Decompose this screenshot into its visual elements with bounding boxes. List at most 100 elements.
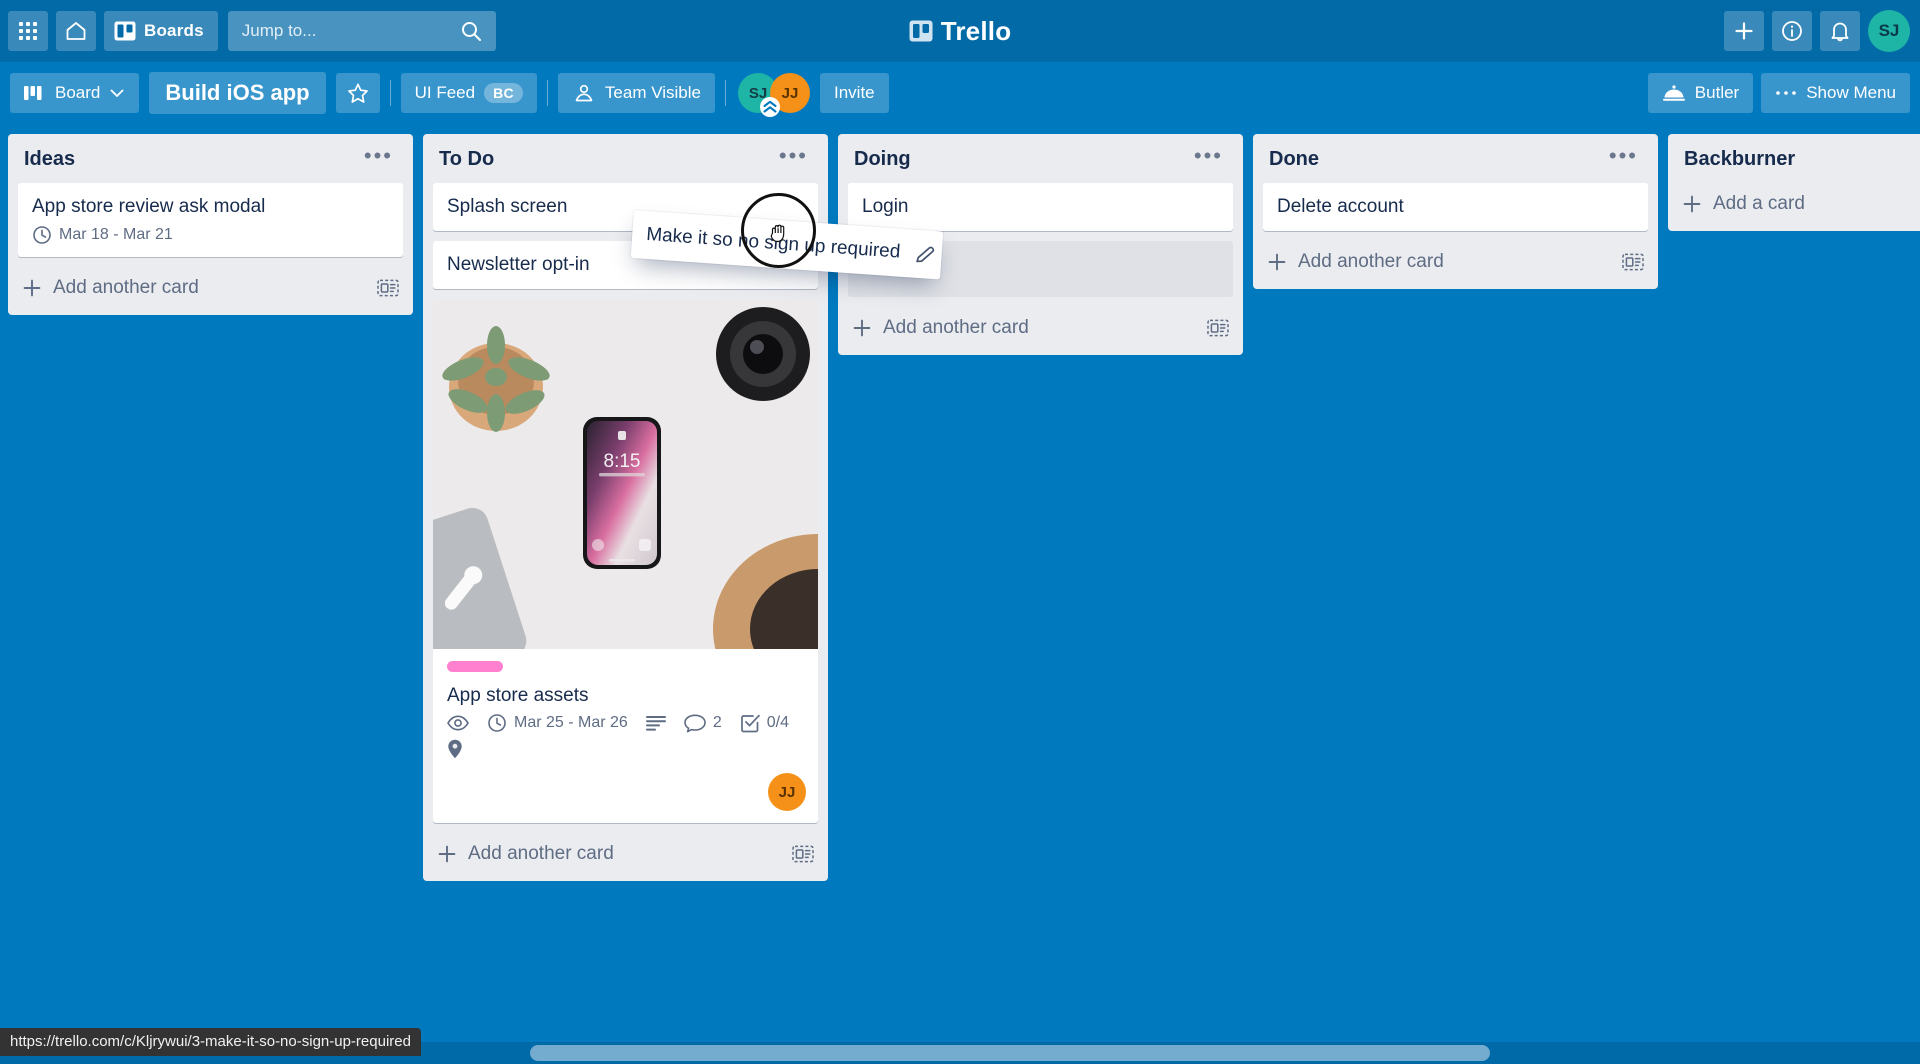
card-label[interactable]	[447, 660, 503, 672]
card-template-icon[interactable]	[1207, 318, 1229, 338]
info-button[interactable]	[1772, 11, 1812, 51]
trello-logo-link[interactable]: Trello	[909, 16, 1012, 47]
add-card-row[interactable]: Add another card	[8, 267, 413, 313]
divider	[725, 80, 726, 106]
star-icon	[346, 81, 370, 105]
add-card-button[interactable]: Add another card	[852, 317, 1029, 339]
list-title[interactable]: Backburner	[1684, 148, 1795, 171]
card-badges: Mar 18 - Mar 21	[18, 225, 403, 257]
lists-container: Ideas ••• App store review ask modal Mar 1…	[0, 124, 1920, 882]
boards-button[interactable]: Boards	[104, 11, 218, 51]
page-title[interactable]: Build iOS app	[149, 72, 326, 114]
invite-button[interactable]: Invite	[820, 73, 889, 113]
card-title: App store review ask modal	[32, 196, 266, 217]
card-member-avatar[interactable]: JJ	[768, 773, 806, 812]
list-menu-icon[interactable]: •••	[1186, 144, 1231, 171]
list-header: Ideas •••	[8, 134, 413, 183]
add-button[interactable]	[1724, 11, 1764, 51]
description-icon	[645, 715, 666, 731]
card-badge	[645, 715, 666, 731]
list-menu-icon[interactable]: •••	[1601, 144, 1646, 171]
plus-icon	[437, 844, 457, 864]
plus-icon	[852, 318, 872, 338]
home-button[interactable]	[56, 11, 96, 51]
bell-icon	[1829, 19, 1851, 43]
chevron-down-icon	[109, 87, 125, 99]
add-card-button[interactable]: Add another card	[437, 843, 614, 865]
butler-label: Butler	[1694, 83, 1740, 102]
card-badge-text: Mar 25 - Mar 26	[514, 714, 628, 732]
list-title[interactable]: Ideas	[24, 148, 75, 171]
card-title: Login	[862, 196, 909, 217]
notifications-button[interactable]	[1820, 11, 1860, 51]
invite-label: Invite	[834, 83, 875, 102]
add-card-row[interactable]: Add a card	[1668, 183, 1920, 229]
apps-grid-button[interactable]	[8, 11, 48, 51]
card[interactable]: Delete account	[1263, 183, 1648, 231]
add-card-button[interactable]: Add another card	[22, 277, 199, 299]
avatar-initials: SJ	[1878, 21, 1900, 40]
list-header: Doing •••	[838, 134, 1243, 183]
ellipsis-icon	[1775, 89, 1797, 97]
divider	[389, 80, 391, 106]
show-menu-button[interactable]: Show Menu	[1761, 73, 1910, 113]
card[interactable]: App store review ask modal Mar 18 - Mar …	[18, 183, 403, 257]
board-view-switcher[interactable]: Board	[10, 73, 140, 113]
star-board-button[interactable]	[335, 73, 380, 113]
add-card-button[interactable]: Add another card	[1267, 251, 1444, 273]
search-container[interactable]	[227, 11, 496, 51]
card[interactable]: 8:15 App store assets Mar 25 - Mar 26 2	[433, 298, 818, 824]
card-template-icon[interactable]	[377, 278, 399, 298]
add-card-label: Add a card	[1713, 193, 1805, 214]
pencil-icon[interactable]	[913, 243, 936, 266]
list-menu-icon[interactable]: •••	[771, 144, 816, 171]
list-cards: App store review ask modal Mar 18 - Mar …	[8, 183, 413, 257]
horizontal-scrollbar-thumb[interactable]	[530, 1045, 1490, 1061]
add-card-label: Add another card	[468, 843, 614, 865]
card-cover-image: 8:15	[433, 298, 818, 649]
board-header: Board Build iOS app UI Feed BC Team Visi	[0, 62, 1920, 124]
status-bar-url: https://trello.com/c/Kljrywui/3-make-it-…	[0, 1028, 421, 1056]
add-card-label: Add another card	[1298, 250, 1444, 272]
grid-apps-icon	[18, 21, 38, 41]
list-title[interactable]: Done	[1269, 148, 1319, 171]
add-card-row[interactable]: Add another card	[838, 307, 1243, 353]
status-bar-url-text: https://trello.com/c/Kljrywui/3-make-it-…	[10, 1033, 411, 1050]
top-navigation-bar: Boards Trello	[0, 0, 1920, 62]
list-title[interactable]: To Do	[439, 148, 494, 171]
list-header: Done •••	[1253, 134, 1658, 183]
add-card-label: Add another card	[883, 316, 1029, 338]
list-cards: Splash screen Newsletter opt-in 8:15 App…	[423, 183, 828, 824]
team-badge: BC	[484, 83, 523, 103]
board-view-icon	[24, 85, 46, 101]
svg-text:8:15: 8:15	[604, 451, 641, 472]
dragging-card-title: Make it so no sign up required	[645, 223, 901, 263]
list-title[interactable]: Doing	[854, 148, 911, 171]
list-header: To Do •••	[423, 134, 828, 183]
board-members: SJ JJ	[738, 73, 810, 117]
card[interactable]: Login	[848, 183, 1233, 231]
card-badge: Mar 18 - Mar 21	[32, 225, 173, 245]
show-menu-label: Show Menu	[1806, 83, 1896, 102]
team-button[interactable]: UI Feed BC	[400, 73, 537, 113]
team-name-label: UI Feed	[414, 83, 476, 102]
add-card-button[interactable]: Add a card	[1682, 193, 1805, 215]
list-menu-icon[interactable]: •••	[356, 144, 401, 171]
add-card-row[interactable]: Add another card	[1253, 241, 1658, 287]
add-card-row[interactable]: Add another card	[423, 833, 828, 879]
search-icon[interactable]	[460, 20, 482, 42]
member-premium-badge-icon	[760, 97, 780, 117]
board-canvas: Ideas ••• App store review ask modal Mar 1…	[0, 124, 1920, 1030]
search-input[interactable]	[241, 21, 442, 41]
clock-icon	[487, 713, 507, 733]
card-badge	[447, 715, 469, 731]
card-template-icon[interactable]	[1622, 252, 1644, 272]
butler-button[interactable]: Butler	[1647, 73, 1754, 113]
card-badge-text: 2	[712, 714, 722, 732]
top-nav-actions: SJ	[1724, 0, 1910, 62]
visibility-button[interactable]: Team Visible	[557, 73, 715, 113]
avatar[interactable]: SJ	[1868, 10, 1910, 52]
add-card-label: Add another card	[53, 276, 199, 298]
card-template-icon[interactable]	[792, 844, 814, 864]
board-title-text: Build iOS app	[165, 80, 310, 105]
